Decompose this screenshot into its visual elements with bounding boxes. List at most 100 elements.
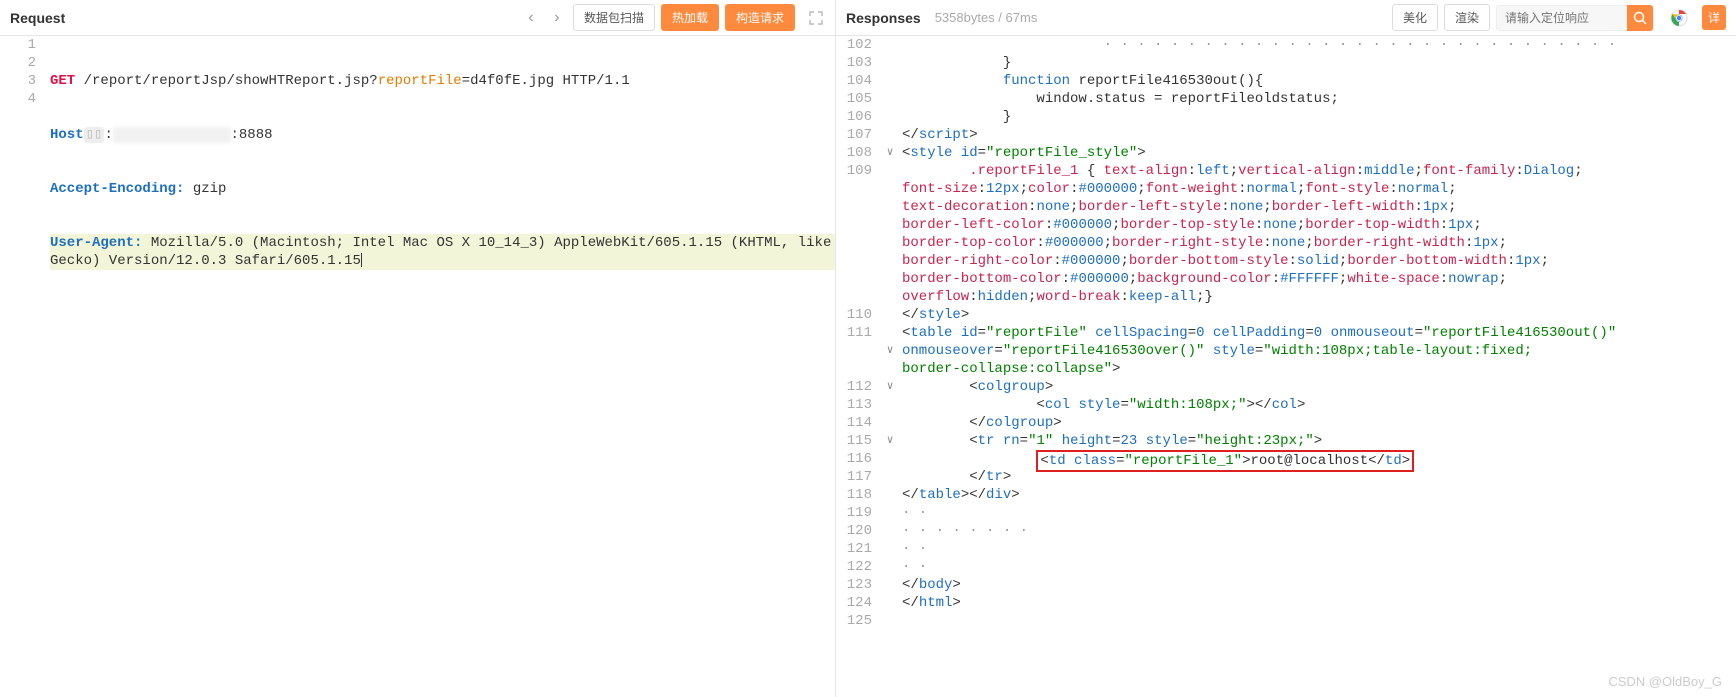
- line-number: 113: [836, 396, 872, 414]
- fold-toggle: [882, 36, 898, 54]
- request-line-4[interactable]: User-Agent: Mozilla/5.0 (Macintosh; Inte…: [50, 234, 835, 270]
- code-line[interactable]: <style id="reportFile_style">: [902, 144, 1736, 162]
- line-number: 110: [836, 306, 872, 324]
- fold-toggle: [882, 414, 898, 432]
- request-line-1[interactable]: GET /report/reportJsp/showHTReport.jsp?r…: [50, 72, 835, 90]
- code-line[interactable]: </html>: [902, 594, 1736, 612]
- code-line[interactable]: </body>: [902, 576, 1736, 594]
- fold-toggle: [882, 306, 898, 324]
- line-number: 102: [836, 36, 872, 54]
- watermark: CSDN @OldBoy_G: [1608, 674, 1722, 689]
- response-editor[interactable]: 1021031041051061071081091101111121131141…: [836, 36, 1736, 697]
- line-number: 122: [836, 558, 872, 576]
- request-line-3[interactable]: Accept-Encoding: gzip: [50, 180, 835, 198]
- fold-toggle: [882, 558, 898, 576]
- line-number: 111: [836, 324, 872, 378]
- fold-toggle: [882, 54, 898, 72]
- response-title: Responses: [846, 10, 921, 26]
- fold-toggle: [882, 594, 898, 612]
- response-meta: 5358bytes / 67ms: [935, 10, 1038, 25]
- fold-toggle[interactable]: ∨: [882, 324, 898, 378]
- response-fold-col: ∨∨∨∨: [882, 36, 898, 697]
- line-number: 123: [836, 576, 872, 594]
- code-line[interactable]: <col style="width:108px;"></col>: [902, 396, 1736, 414]
- fold-toggle: [882, 72, 898, 90]
- line-number: 114: [836, 414, 872, 432]
- line-number: 104: [836, 72, 872, 90]
- app-container: Request ‹ › 数据包扫描 热加载 构造请求 1 2 3 4 GET /…: [0, 0, 1736, 697]
- request-header: Request ‹ › 数据包扫描 热加载 构造请求: [0, 0, 835, 36]
- code-line[interactable]: }: [902, 108, 1736, 126]
- code-line[interactable]: function reportFile416530out(){: [902, 72, 1736, 90]
- request-code[interactable]: GET /report/reportJsp/showHTReport.jsp?r…: [46, 36, 835, 697]
- fold-toggle[interactable]: ∨: [882, 378, 898, 396]
- code-line[interactable]: }: [902, 54, 1736, 72]
- code-line[interactable]: · ·: [902, 540, 1736, 558]
- fold-toggle: [882, 396, 898, 414]
- scan-button[interactable]: 数据包扫描: [573, 4, 655, 31]
- code-line[interactable]: · ·: [902, 558, 1736, 576]
- line-number: 119: [836, 504, 872, 522]
- hotload-button[interactable]: 热加载: [661, 4, 719, 31]
- code-line[interactable]: · · · · · · · · · · · · · · · · · · · · …: [902, 36, 1736, 54]
- response-header: Responses 5358bytes / 67ms 美化 渲染 详: [836, 0, 1736, 36]
- line-number: 106: [836, 108, 872, 126]
- response-code[interactable]: · · · · · · · · · · · · · · · · · · · · …: [898, 36, 1736, 697]
- fold-toggle: [882, 162, 898, 306]
- line-number: 109: [836, 162, 872, 306]
- request-panel: Request ‹ › 数据包扫描 热加载 构造请求 1 2 3 4 GET /…: [0, 0, 836, 697]
- fold-toggle: [882, 504, 898, 522]
- code-line[interactable]: </style>: [902, 306, 1736, 324]
- line-number: 108: [836, 144, 872, 162]
- request-editor[interactable]: 1 2 3 4 GET /report/reportJsp/showHTRepo…: [0, 36, 835, 697]
- line-number: 117: [836, 468, 872, 486]
- line-number: 105: [836, 90, 872, 108]
- line-number: 124: [836, 594, 872, 612]
- fold-toggle[interactable]: ∨: [882, 144, 898, 162]
- code-line[interactable]: · ·: [902, 504, 1736, 522]
- search-button[interactable]: [1627, 5, 1653, 31]
- next-button[interactable]: ›: [547, 8, 567, 28]
- code-line[interactable]: <table id="reportFile" cellSpacing=0 cel…: [902, 324, 1736, 378]
- fold-toggle: [882, 612, 898, 630]
- fold-toggle: [882, 486, 898, 504]
- cursor-caret: [361, 253, 362, 267]
- code-line[interactable]: <colgroup>: [902, 378, 1736, 396]
- code-line[interactable]: [902, 612, 1736, 630]
- line-number: 112: [836, 378, 872, 396]
- search-input[interactable]: [1497, 11, 1627, 25]
- render-button[interactable]: 渲染: [1444, 4, 1490, 31]
- fold-toggle: [882, 90, 898, 108]
- line-number: 118: [836, 486, 872, 504]
- detail-button[interactable]: 详: [1702, 5, 1726, 30]
- chrome-icon[interactable]: [1670, 9, 1688, 27]
- code-line[interactable]: <td class="reportFile_1">root@localhost<…: [902, 450, 1736, 468]
- fold-toggle: [882, 576, 898, 594]
- line-number: 103: [836, 54, 872, 72]
- request-line-2[interactable]: Host▯▯: :8888: [50, 126, 835, 144]
- beautify-button[interactable]: 美化: [1392, 4, 1438, 31]
- code-line[interactable]: <tr rn="1" height=23 style="height:23px;…: [902, 432, 1736, 450]
- code-line[interactable]: window.status = reportFileoldstatus;: [902, 90, 1736, 108]
- prev-button[interactable]: ‹: [521, 8, 541, 28]
- line-number: 107: [836, 126, 872, 144]
- fold-toggle: [882, 108, 898, 126]
- fold-toggle: [882, 468, 898, 486]
- code-line[interactable]: </table></div>: [902, 486, 1736, 504]
- highlight-box: <td class="reportFile_1">root@localhost<…: [1036, 450, 1414, 472]
- fold-toggle: [882, 540, 898, 558]
- code-line[interactable]: .reportFile_1 { text-align:left;vertical…: [902, 162, 1736, 306]
- line-number: 115: [836, 432, 872, 450]
- code-line[interactable]: · · · · · · · ·: [902, 522, 1736, 540]
- request-gutter: 1 2 3 4: [0, 36, 46, 697]
- fold-toggle: [882, 450, 898, 468]
- fold-toggle[interactable]: ∨: [882, 432, 898, 450]
- expand-icon[interactable]: [807, 9, 825, 27]
- search-wrap: [1496, 5, 1654, 31]
- code-line[interactable]: </colgroup>: [902, 414, 1736, 432]
- request-title: Request: [10, 10, 65, 26]
- fold-toggle: [882, 126, 898, 144]
- line-number: 125: [836, 612, 872, 630]
- build-request-button[interactable]: 构造请求: [725, 4, 795, 31]
- code-line[interactable]: </script>: [902, 126, 1736, 144]
